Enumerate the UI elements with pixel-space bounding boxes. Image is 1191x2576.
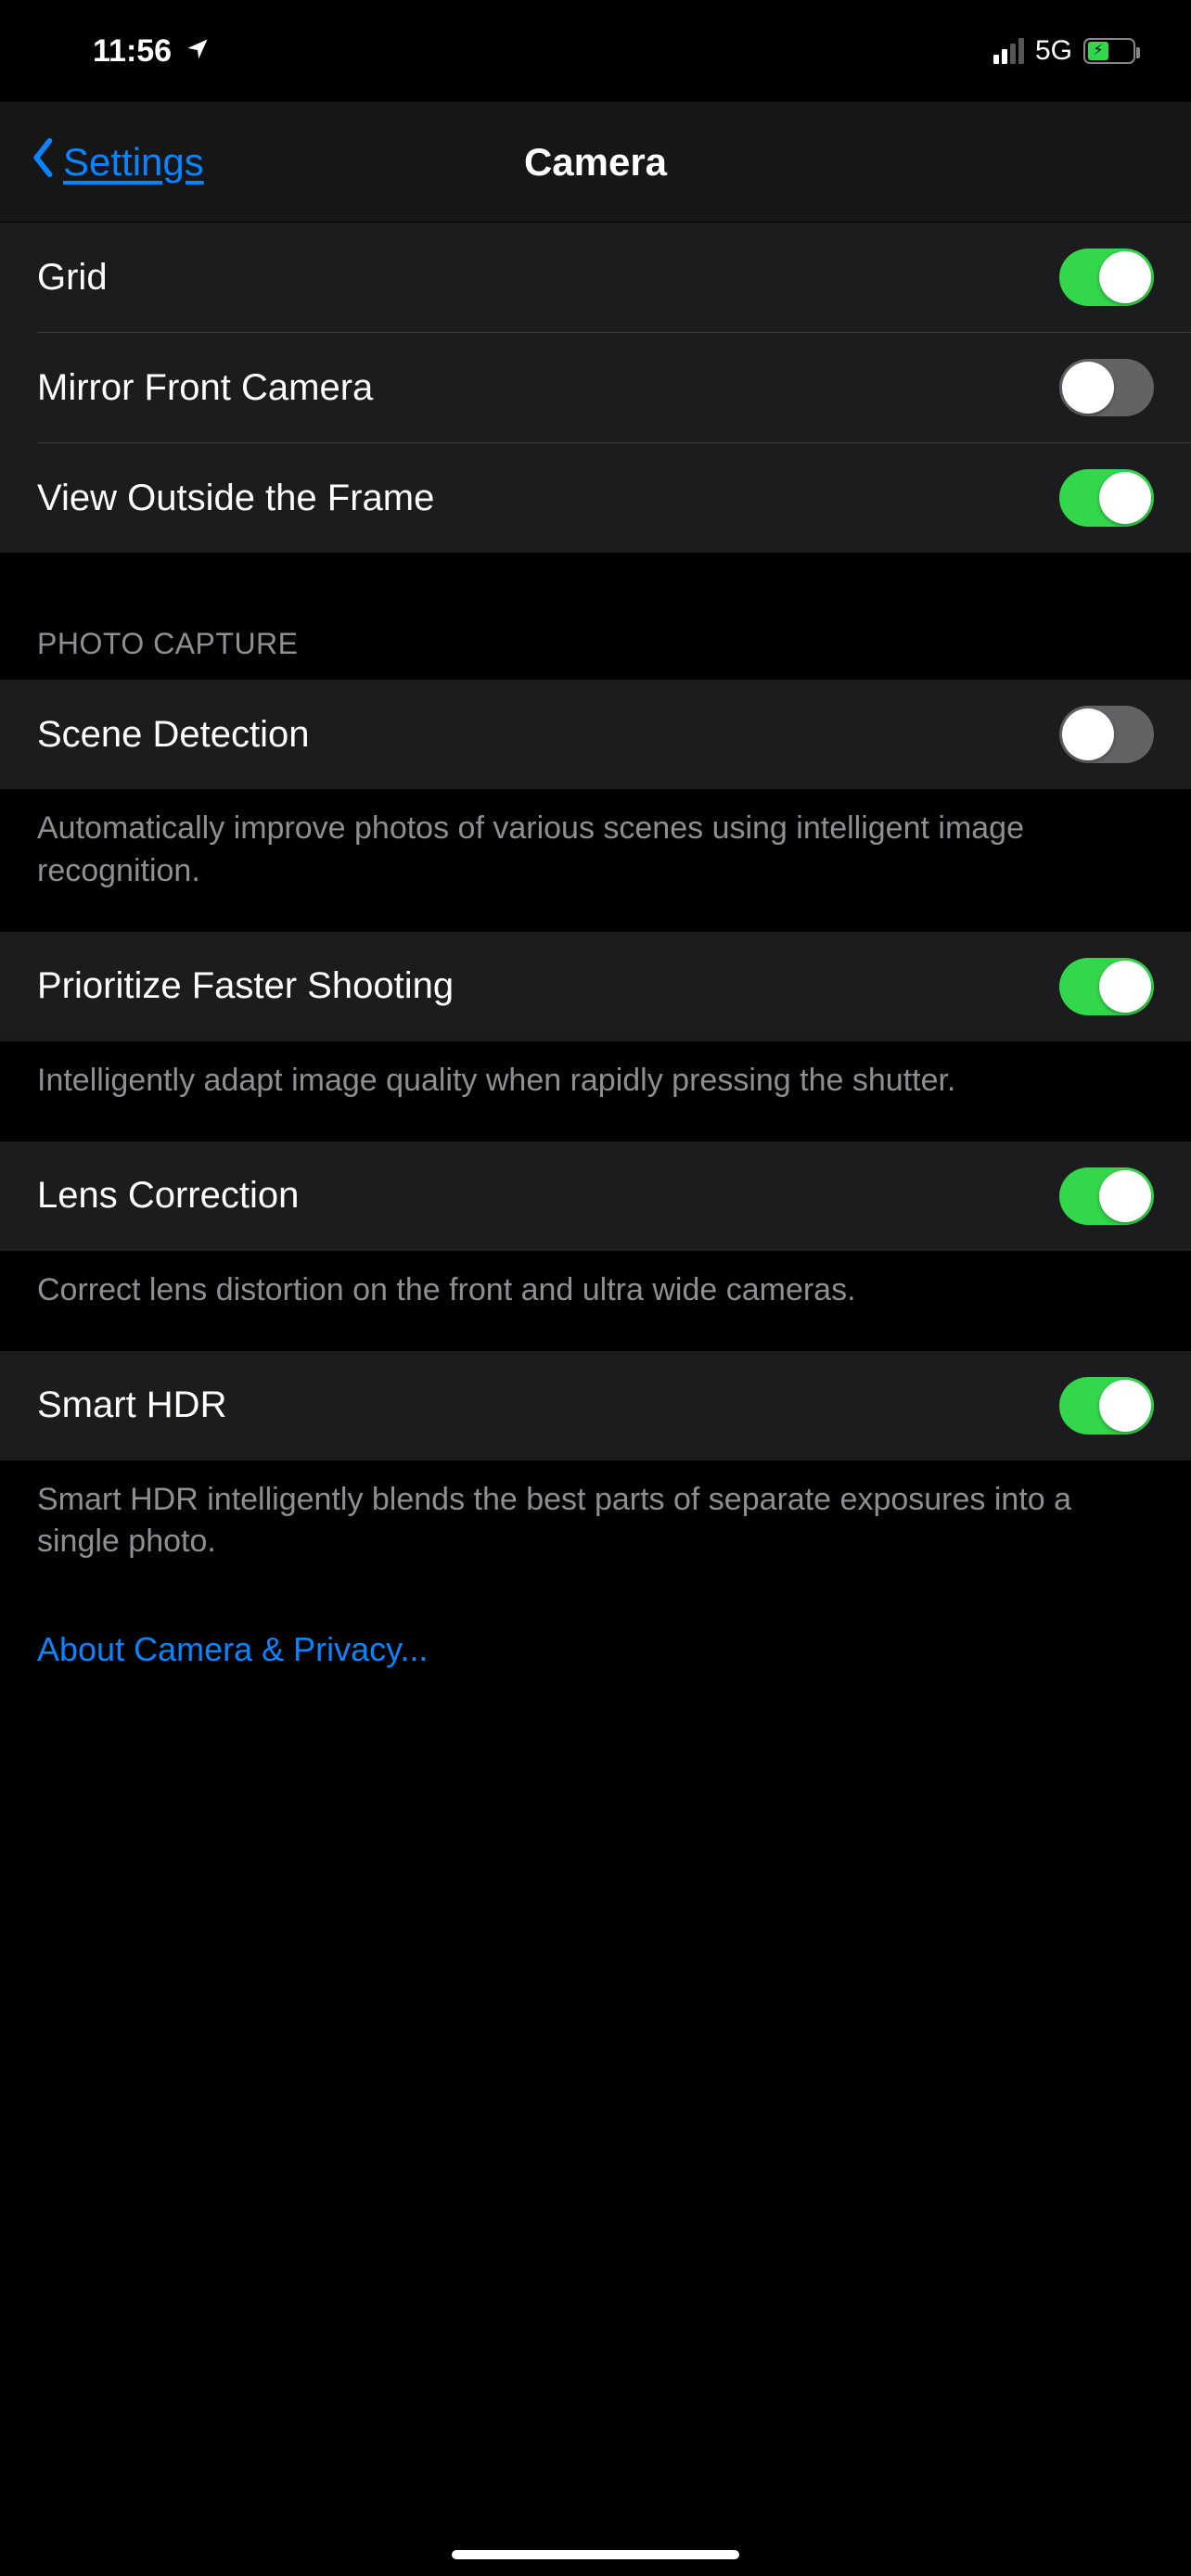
- view-outside-frame-row[interactable]: View Outside the Frame: [0, 443, 1191, 553]
- prioritize-faster-toggle[interactable]: [1059, 958, 1154, 1015]
- grid-toggle[interactable]: [1059, 249, 1154, 306]
- battery-icon: ⚡︎: [1083, 38, 1135, 64]
- smart-hdr-footer: Smart HDR intelligently blends the best …: [0, 1460, 1191, 1603]
- scene-detection-label: Scene Detection: [37, 714, 310, 756]
- mirror-front-camera-row[interactable]: Mirror Front Camera: [0, 333, 1191, 442]
- navigation-bar: Settings Camera: [0, 102, 1191, 223]
- view-outside-toggle[interactable]: [1059, 469, 1154, 527]
- back-label: Settings: [63, 140, 204, 185]
- chevron-left-icon: [30, 137, 58, 187]
- photo-capture-header: PHOTO CAPTURE: [0, 553, 1191, 680]
- lens-correction-toggle[interactable]: [1059, 1167, 1154, 1225]
- charging-bolt-icon: ⚡︎: [1093, 44, 1103, 58]
- about-camera-privacy-row[interactable]: About Camera & Privacy...: [0, 1602, 1191, 1715]
- about-camera-privacy-link: About Camera & Privacy...: [37, 1630, 429, 1668]
- home-indicator[interactable]: [452, 2550, 739, 2559]
- prioritize-faster-footer: Intelligently adapt image quality when r…: [0, 1041, 1191, 1141]
- back-button[interactable]: Settings: [30, 137, 204, 187]
- prioritize-faster-label: Prioritize Faster Shooting: [37, 965, 454, 1007]
- status-left: 11:56: [93, 33, 211, 70]
- smart-hdr-toggle[interactable]: [1059, 1377, 1154, 1435]
- scene-detection-toggle[interactable]: [1059, 706, 1154, 763]
- settings-list: Grid Mirror Front Camera View Outside th…: [0, 223, 1191, 1715]
- smart-hdr-label: Smart HDR: [37, 1384, 226, 1426]
- scene-detection-row[interactable]: Scene Detection: [0, 680, 1191, 789]
- lens-correction-row[interactable]: Lens Correction: [0, 1141, 1191, 1251]
- smart-hdr-row[interactable]: Smart HDR: [0, 1351, 1191, 1460]
- mirror-toggle[interactable]: [1059, 359, 1154, 416]
- lens-correction-footer: Correct lens distortion on the front and…: [0, 1251, 1191, 1351]
- prioritize-faster-row[interactable]: Prioritize Faster Shooting: [0, 932, 1191, 1041]
- location-icon: [185, 36, 211, 67]
- status-bar: 11:56 5G ⚡︎: [0, 0, 1191, 102]
- network-type: 5G: [1035, 35, 1072, 67]
- grid-row[interactable]: Grid: [0, 223, 1191, 332]
- composition-group: Grid Mirror Front Camera View Outside th…: [0, 223, 1191, 553]
- view-outside-label: View Outside the Frame: [37, 478, 434, 519]
- grid-label: Grid: [37, 257, 108, 299]
- status-time: 11:56: [93, 33, 172, 70]
- status-right: 5G ⚡︎: [993, 35, 1135, 67]
- scene-detection-footer: Automatically improve photos of various …: [0, 789, 1191, 932]
- lens-correction-label: Lens Correction: [37, 1175, 299, 1217]
- mirror-label: Mirror Front Camera: [37, 367, 373, 409]
- cellular-signal-icon: [993, 38, 1024, 64]
